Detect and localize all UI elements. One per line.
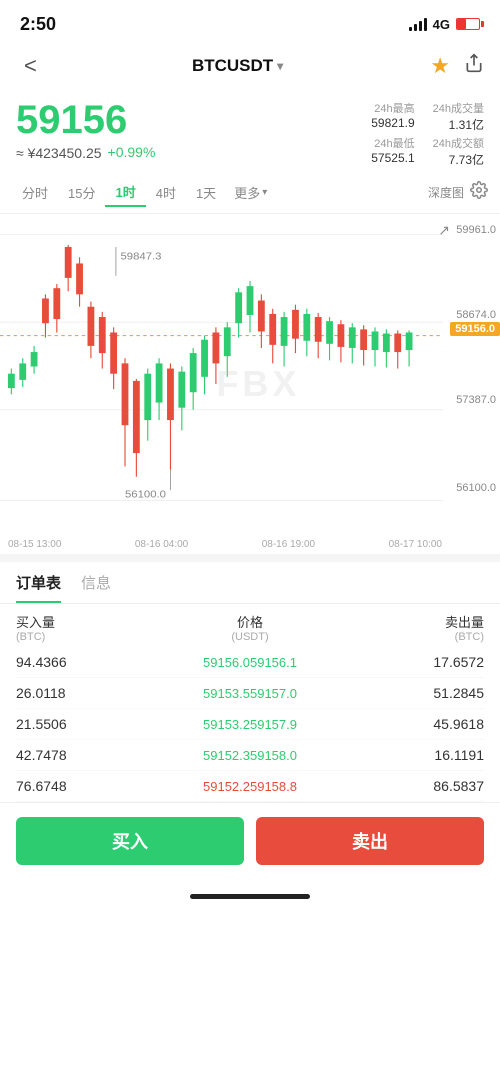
buy-button[interactable]: 买入 — [16, 817, 244, 865]
chart-watermark: FBX — [216, 363, 300, 405]
status-bar: 2:50 4G — [0, 0, 500, 44]
stat-amount: 24h成交额 7.73亿 — [433, 135, 484, 168]
sell-qty-1: 17.6572 — [404, 654, 484, 670]
sell-qty-5: 86.5837 — [404, 778, 484, 794]
price-5: 59152.259158.8 — [96, 779, 404, 794]
header-buy: 买入量 (BTC) — [16, 612, 55, 643]
stat-high-value: 59821.9 — [371, 116, 414, 130]
settings-icon[interactable] — [470, 181, 488, 204]
stat-high: 24h最高 59821.9 — [363, 100, 414, 133]
action-buttons: 买入 卖出 — [0, 802, 500, 879]
chart-tabs: 分时 15分 1时 4时 1天 更多 ▾ 深度图 — [0, 172, 500, 214]
network-label: 4G — [433, 17, 450, 32]
status-time: 2:50 — [20, 14, 56, 35]
header-price: 价格 (USDT) — [55, 612, 445, 643]
stat-vol-value: 1.31亿 — [449, 116, 484, 133]
sell-qty-2: 51.2845 — [404, 685, 484, 701]
x-label-4: 08-17 10:00 — [389, 539, 442, 550]
table-row: 76.6748 59152.259158.8 86.5837 — [16, 771, 484, 802]
status-icons: 4G — [409, 17, 480, 32]
buy-qty-1: 94.4366 — [16, 654, 96, 670]
x-axis-labels: 08-15 13:00 08-16 04:00 08-16 19:00 08-1… — [0, 539, 450, 550]
bottom-bar — [0, 879, 500, 913]
sell-button[interactable]: 卖出 — [256, 817, 484, 865]
price-sub-row: ≈ ¥423450.25 +0.99% — [16, 142, 363, 161]
favorite-icon[interactable]: ★ — [430, 53, 450, 79]
stat-low: 24h最低 57525.1 — [363, 135, 414, 168]
sell-qty-3: 45.9618 — [404, 716, 484, 732]
tab-15min[interactable]: 15分 — [58, 179, 105, 206]
stat-high-label: 24h最高 — [374, 100, 414, 116]
tab-orderbook[interactable]: 订单表 — [16, 572, 61, 603]
order-section: 订单表 信息 买入量 (BTC) 价格 (USDT) 卖出量 (BTC) 94.… — [0, 554, 500, 802]
buy-qty-3: 21.5506 — [16, 716, 96, 732]
price-3: 59153.259157.9 — [96, 717, 404, 732]
table-row: 42.7478 59152.359158.0 16.1191 — [16, 740, 484, 771]
price-label-2: 58674.0 — [456, 309, 500, 321]
tab-more[interactable]: 更多 ▾ — [226, 179, 275, 206]
x-label-2: 08-16 04:00 — [135, 539, 188, 550]
price-section: 59156 ≈ ¥423450.25 +0.99% 24h最高 59821.9 … — [0, 92, 500, 172]
price-4: 59152.359158.0 — [96, 748, 404, 763]
tab-4h[interactable]: 4时 — [146, 179, 186, 206]
order-rows: 94.4366 59156.059156.1 17.6572 26.0118 5… — [0, 647, 500, 802]
home-indicator — [190, 894, 310, 899]
chart-area[interactable]: FBX ↗ 59961.0 58674.0 57387.0 56100.0 59… — [0, 214, 500, 554]
price-stats: 24h最高 59821.9 24h成交量 1.31亿 24h最低 57525.1… — [363, 98, 484, 168]
signal-icon — [409, 17, 427, 31]
expand-icon[interactable]: ↗ — [438, 222, 450, 239]
tab-1day[interactable]: 1天 — [186, 179, 226, 206]
pair-dropdown-icon[interactable]: ▾ — [277, 59, 283, 73]
sell-qty-4: 16.1191 — [404, 747, 484, 763]
buy-qty-4: 42.7478 — [16, 747, 96, 763]
stat-low-value: 57525.1 — [371, 151, 414, 165]
order-book-header: 买入量 (BTC) 价格 (USDT) 卖出量 (BTC) — [0, 604, 500, 647]
battery-icon — [456, 18, 480, 30]
price-left: 59156 ≈ ¥423450.25 +0.99% — [16, 98, 363, 161]
price-label-top: 59961.0 — [456, 224, 500, 236]
table-row: 26.0118 59153.559157.0 51.2845 — [16, 678, 484, 709]
current-price-tag: 59156.0 — [450, 322, 500, 336]
header-actions: ★ — [430, 53, 484, 79]
price-2: 59153.559157.0 — [96, 686, 404, 701]
header: < BTCUSDT ▾ ★ — [0, 44, 500, 92]
back-button[interactable]: < — [16, 49, 45, 83]
svg-text:59847.3: 59847.3 — [120, 251, 161, 262]
price-label-3: 57387.0 — [456, 394, 500, 406]
price-label-bottom: 56100.0 — [456, 482, 500, 494]
stat-amount-value: 7.73亿 — [449, 151, 484, 168]
price-1: 59156.059156.1 — [96, 655, 404, 670]
tab-1h[interactable]: 1时 — [105, 178, 145, 207]
pair-label: BTCUSDT — [192, 56, 273, 76]
stat-vol-label: 24h成交量 — [433, 100, 484, 116]
share-icon[interactable] — [464, 53, 484, 79]
x-label-3: 08-16 19:00 — [262, 539, 315, 550]
svg-text:56100.0: 56100.0 — [125, 489, 166, 500]
depth-chart-button[interactable]: 深度图 — [422, 182, 470, 203]
header-sell: 卖出量 (BTC) — [445, 612, 484, 643]
header-title: BTCUSDT ▾ — [192, 56, 283, 76]
buy-qty-5: 76.6748 — [16, 778, 96, 794]
table-row: 94.4366 59156.059156.1 17.6572 — [16, 647, 484, 678]
x-label-1: 08-15 13:00 — [8, 539, 61, 550]
tab-info[interactable]: 信息 — [81, 572, 111, 603]
price-change: +0.99% — [108, 144, 156, 160]
tab-fenshi[interactable]: 分时 — [12, 179, 58, 206]
buy-qty-2: 26.0118 — [16, 685, 96, 701]
order-tabs: 订单表 信息 — [0, 562, 500, 604]
stat-amount-label: 24h成交额 — [433, 135, 484, 151]
price-cny: ≈ ¥423450.25 — [16, 145, 102, 161]
stat-low-label: 24h最低 — [374, 135, 414, 151]
stat-vol: 24h成交量 1.31亿 — [433, 100, 484, 133]
main-price: 59156 — [16, 98, 363, 142]
table-row: 21.5506 59153.259157.9 45.9618 — [16, 709, 484, 740]
